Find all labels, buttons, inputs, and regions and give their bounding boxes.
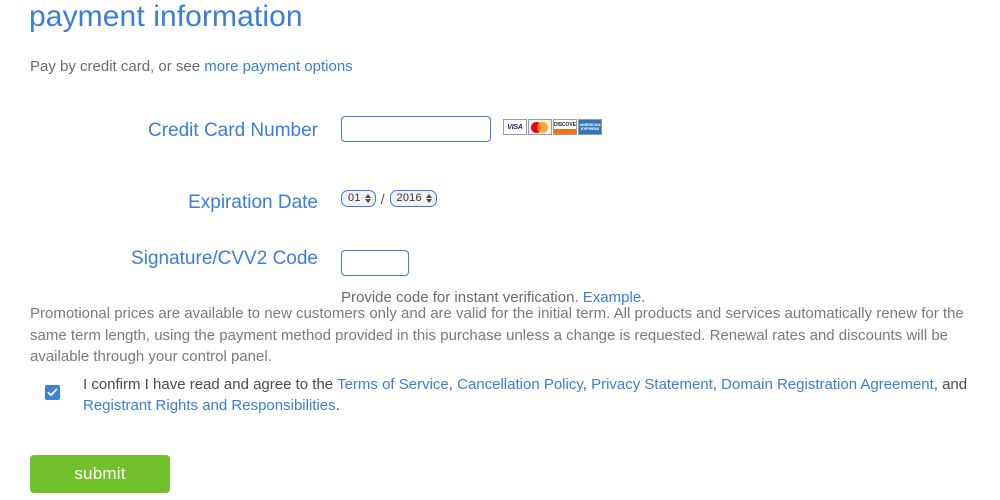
accepted-cards: VISA DISCOVER AMERICAN EXPRESS [503,119,602,135]
consent-conjunction: , and [933,376,968,393]
credit-card-number-label: Credit Card Number [148,120,318,141]
promotional-terms-text: Promotional prices are available to new … [30,305,964,365]
consent-checkbox[interactable] [45,385,60,400]
mastercard-card-icon [528,119,552,135]
chevron-updown-icon [364,194,371,203]
submit-button[interactable]: submit [30,455,170,493]
more-payment-options-link[interactable]: more payment options [204,58,352,75]
page-title: payment information [29,0,303,33]
subtitle: Pay by credit card, or see more payment … [30,57,353,77]
expiration-year-select[interactable]: 2016 [389,190,437,207]
check-icon [47,388,58,397]
expiration-separator: / [380,190,385,207]
consent-sep-3: , [712,376,722,393]
cancellation-policy-link[interactable]: Cancellation Policy [457,376,583,393]
cvv-label: Signature/CVV2 Code [131,248,318,269]
credit-card-number-input[interactable] [341,116,491,142]
consent-sep-1: , [448,376,458,393]
discover-card-icon: DISCOVER [553,119,577,135]
terms-of-service-link[interactable]: Terms of Service [337,376,449,393]
domain-registration-agreement-link[interactable]: Domain Registration Agreement [721,376,934,393]
expiration-year-value: 2016 [396,192,422,204]
privacy-statement-link[interactable]: Privacy Statement [591,376,713,393]
payment-information-page: payment information Pay by credit card, … [0,0,1000,500]
consent-intro-text: I confirm I have read and agree to the [83,376,338,393]
registrant-rights-link[interactable]: Registrant Rights and Responsibilities [83,397,336,414]
consent-terminator: . [335,397,340,414]
subtitle-text: Pay by credit card, or see [30,58,205,75]
expiration-month-value: 01 [348,192,361,204]
amex-card-icon: AMERICAN EXPRESS [578,119,602,135]
visa-card-icon: VISA [503,119,527,135]
cvv-input[interactable] [341,250,409,276]
expiration-date-group: 01 / 2016 [341,190,437,207]
expiration-date-label: Expiration Date [188,192,318,213]
expiration-month-select[interactable]: 01 [341,190,376,207]
chevron-updown-icon [425,194,432,203]
consent-sep-2: , [582,376,592,393]
consent-label: I confirm I have read and agree to the T… [83,374,988,416]
